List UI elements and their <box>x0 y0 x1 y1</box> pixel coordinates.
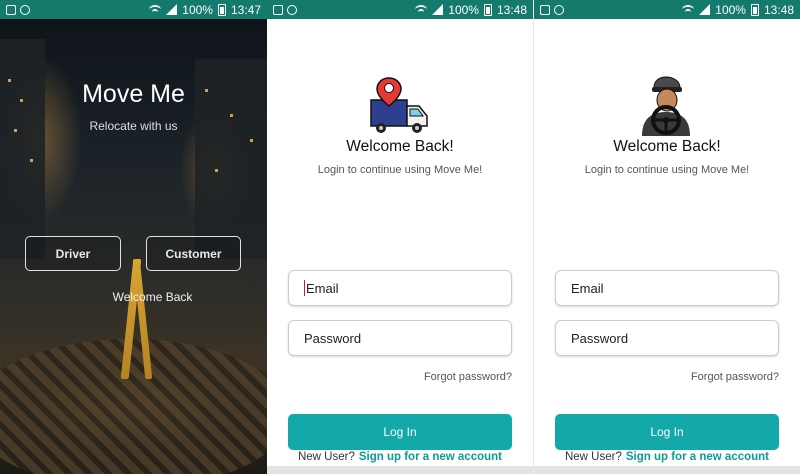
status-bar: 100% 13:48 <box>267 0 533 19</box>
email-placeholder: Email <box>306 280 339 296</box>
signup-link[interactable]: Sign up for a new account <box>359 451 502 463</box>
battery-percent: 100% <box>448 2 479 17</box>
battery-percent: 100% <box>182 2 213 17</box>
welcome-heading: Welcome Back! <box>346 138 454 155</box>
password-placeholder: Password <box>571 330 629 346</box>
signal-icon <box>432 4 444 15</box>
login-button[interactable]: Log In <box>288 414 512 450</box>
delivery-truck-location-icon <box>370 77 428 133</box>
welcome-heading: Welcome Back! <box>613 138 721 155</box>
email-field[interactable]: Email <box>555 270 779 306</box>
app-icon <box>287 4 297 15</box>
wifi-icon <box>682 5 695 14</box>
email-field[interactable]: Email <box>288 270 512 306</box>
navigation-bar <box>534 466 800 474</box>
driver-with-steering-wheel-icon <box>642 76 690 136</box>
wifi-icon <box>415 5 428 14</box>
password-field[interactable]: Password <box>288 320 512 356</box>
signup-row: New User? Sign up for a new account <box>267 451 533 463</box>
notification-icon <box>540 4 550 15</box>
forgot-password-link[interactable]: Forgot password? <box>691 371 779 383</box>
clock: 13:48 <box>763 2 794 17</box>
status-bar: 100% 13:48 <box>534 0 800 19</box>
login-subtitle: Login to continue using Move Me! <box>317 164 483 176</box>
clock: 13:47 <box>230 2 261 17</box>
notification-icon <box>273 4 283 15</box>
battery-percent: 100% <box>715 2 746 17</box>
driver-login-screen: 100% 13:48 Welcome Back! Login to contin… <box>534 0 800 474</box>
text-cursor <box>304 280 305 296</box>
splash-screen: 100% 13:47 Move Me Relocate with us Driv… <box>0 0 267 474</box>
new-user-label: New User? <box>297 451 355 463</box>
customer-button[interactable]: Customer <box>146 236 241 271</box>
notification-icon <box>6 4 16 15</box>
battery-icon <box>217 3 226 16</box>
forgot-password-link[interactable]: Forgot password? <box>424 371 512 383</box>
app-icon <box>554 4 564 15</box>
new-user-label: New User? <box>564 451 622 463</box>
login-subtitle: Login to continue using Move Me! <box>584 164 750 176</box>
signal-icon <box>699 4 711 15</box>
battery-icon <box>750 3 759 16</box>
driver-button[interactable]: Driver <box>25 236 121 271</box>
status-bar: 100% 13:47 <box>0 0 267 19</box>
app-title: Move Me <box>82 80 185 108</box>
clock: 13:48 <box>496 2 527 17</box>
welcome-back-link[interactable]: Welcome Back <box>0 290 267 304</box>
signal-icon <box>166 4 178 15</box>
password-field[interactable]: Password <box>555 320 779 356</box>
app-tagline: Relocate with us <box>89 119 178 133</box>
navigation-bar <box>267 466 533 474</box>
login-button[interactable]: Log In <box>555 414 779 450</box>
signup-row: New User? Sign up for a new account <box>534 451 800 463</box>
battery-icon <box>483 3 492 16</box>
wifi-icon <box>149 5 162 14</box>
password-placeholder: Password <box>304 330 362 346</box>
customer-login-screen: 100% 13:48 Welcome Back! Login to contin… <box>267 0 533 474</box>
email-placeholder: Email <box>571 280 604 296</box>
app-icon <box>20 4 30 15</box>
signup-link[interactable]: Sign up for a new account <box>626 451 769 463</box>
